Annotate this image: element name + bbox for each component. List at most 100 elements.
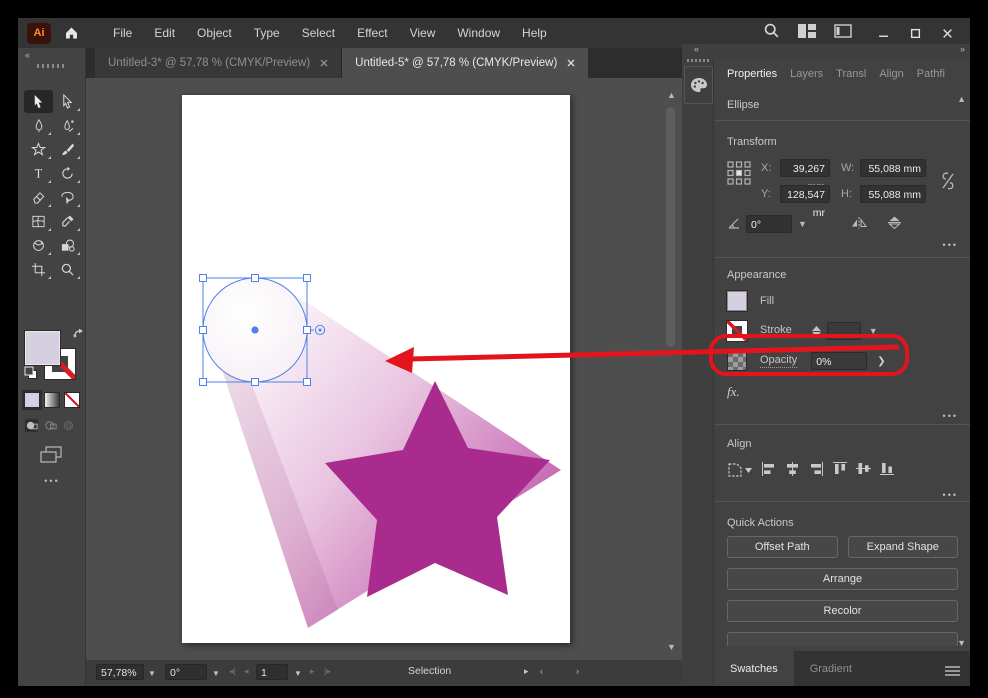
shaper-tool[interactable] xyxy=(53,186,82,209)
zoom-tool[interactable] xyxy=(53,258,82,281)
dock-grip[interactable] xyxy=(687,59,709,62)
fill-color-swatch[interactable] xyxy=(24,330,61,366)
color-panel-icon[interactable] xyxy=(684,66,713,104)
align-top-icon[interactable] xyxy=(833,461,847,479)
arrange-button[interactable]: Arrange xyxy=(727,568,958,590)
angle-dropdown-icon[interactable]: ▼ xyxy=(798,219,807,229)
stroke-weight-stepper[interactable] xyxy=(811,325,821,337)
scroll-up-icon[interactable]: ▲ xyxy=(667,90,676,100)
canvas[interactable]: ▲ ▼ xyxy=(86,78,682,660)
panel-layout-icon[interactable] xyxy=(834,23,852,43)
align-bottom-icon[interactable] xyxy=(880,461,894,479)
appearance-more-icon[interactable]: ••• xyxy=(727,408,958,424)
mesh-tool[interactable] xyxy=(24,210,53,233)
stroke-weight-field[interactable] xyxy=(826,322,861,340)
vscrollbar-thumb[interactable] xyxy=(666,107,675,347)
status-play-icon[interactable]: ▸ xyxy=(524,666,529,677)
menu-select[interactable]: Select xyxy=(291,18,346,48)
tab-close-icon[interactable] xyxy=(320,59,328,67)
eraser-tool[interactable] xyxy=(24,186,53,209)
fill-swatch[interactable] xyxy=(726,290,748,312)
workspace-switcher-icon[interactable] xyxy=(798,23,816,43)
artwork[interactable] xyxy=(86,78,682,660)
tab-swatches[interactable]: Swatches xyxy=(714,651,794,686)
type-tool[interactable]: T xyxy=(24,162,53,185)
tab-align[interactable]: Align xyxy=(879,68,903,80)
rotation-field[interactable]: 0° xyxy=(165,664,207,680)
recolor-button[interactable]: Recolor xyxy=(727,600,958,622)
close-button[interactable] xyxy=(934,23,960,43)
next-artboard-icon[interactable]: ▸ xyxy=(310,666,315,677)
align-center-vertical-icon[interactable] xyxy=(856,461,871,479)
eyedropper-tool[interactable] xyxy=(53,210,82,233)
stroke-label[interactable]: Stroke xyxy=(760,324,792,338)
artboard-number-field[interactable]: 1 xyxy=(256,664,288,680)
draw-inside-icon[interactable] xyxy=(62,419,75,437)
last-artboard-icon[interactable]: |▸ xyxy=(324,666,331,677)
link-dimensions-icon[interactable] xyxy=(940,171,956,194)
opacity-value-field[interactable]: 0% xyxy=(811,352,868,370)
tab-properties[interactable]: Properties xyxy=(727,68,777,80)
transform-more-icon[interactable]: ••• xyxy=(727,237,958,257)
menu-help[interactable]: Help xyxy=(511,18,558,48)
menu-object[interactable]: Object xyxy=(186,18,243,48)
flip-horizontal-icon[interactable] xyxy=(851,216,867,232)
tab-layers[interactable]: Layers xyxy=(790,68,823,80)
opacity-options-icon[interactable]: ❯ xyxy=(877,356,885,367)
x-field[interactable]: 39,267 mm xyxy=(780,159,830,193)
status-prev-icon[interactable]: ‹ xyxy=(540,666,543,676)
pen-tool[interactable] xyxy=(24,114,53,137)
rotation-dropdown-icon[interactable]: ▼ xyxy=(212,669,220,678)
status-next-icon[interactable]: › xyxy=(576,666,579,676)
scroll-down-icon[interactable]: ▼ xyxy=(667,642,676,652)
screen-mode-icon[interactable] xyxy=(40,446,62,468)
curvature-tool[interactable] xyxy=(53,114,82,137)
expand-panels-icon[interactable]: » xyxy=(960,44,965,54)
align-left-icon[interactable] xyxy=(761,461,776,479)
app-logo[interactable]: Ai xyxy=(27,22,51,44)
menu-edit[interactable]: Edit xyxy=(143,18,186,48)
prev-artboard-icon[interactable]: ◂ xyxy=(244,666,249,677)
rotation-angle-field[interactable]: 0° xyxy=(746,215,792,233)
document-tab-untitled-5[interactable]: Untitled-5* @ 57,78 % (CMYK/Preview) xyxy=(342,48,589,78)
opacity-label[interactable]: Opacity xyxy=(760,354,798,368)
rotate-tool[interactable] xyxy=(53,162,82,185)
panel-scroll-up-icon[interactable]: ▲ xyxy=(957,94,966,104)
toolbar-grip[interactable] xyxy=(37,64,67,68)
maximize-button[interactable] xyxy=(902,23,928,43)
home-icon[interactable] xyxy=(63,25,80,41)
swap-fill-stroke-icon[interactable] xyxy=(73,328,85,342)
menu-view[interactable]: View xyxy=(399,18,447,48)
artboard-dropdown-icon[interactable]: ▼ xyxy=(294,669,302,678)
panel-menu-icon[interactable] xyxy=(945,663,960,681)
menu-type[interactable]: Type xyxy=(243,18,291,48)
reference-point-icon[interactable] xyxy=(727,161,751,188)
minimize-button[interactable] xyxy=(870,23,896,43)
fx-button[interactable]: fx. xyxy=(727,384,740,400)
document-tab-untitled-3[interactable]: Untitled-3* @ 57,78 % (CMYK/Preview) xyxy=(95,48,343,78)
first-artboard-icon[interactable]: ◂| xyxy=(229,666,236,677)
paintbrush-tool[interactable] xyxy=(53,138,82,161)
partial-button[interactable] xyxy=(727,632,958,646)
draw-normal-icon[interactable] xyxy=(24,418,39,438)
tab-gradient[interactable]: Gradient xyxy=(794,651,868,686)
direct-selection-tool[interactable] xyxy=(53,90,82,113)
height-field[interactable]: 55,088 mm xyxy=(860,185,926,203)
y-field[interactable]: 128,547 mr xyxy=(780,185,830,219)
draw-behind-icon[interactable] xyxy=(43,418,58,438)
menu-effect[interactable]: Effect xyxy=(346,18,398,48)
menu-file[interactable]: File xyxy=(102,18,143,48)
default-colors-icon[interactable] xyxy=(24,366,38,385)
width-field[interactable]: 55,088 mm xyxy=(860,159,926,177)
tab-pathfinder[interactable]: Pathfi xyxy=(917,68,945,80)
align-more-icon[interactable]: ••• xyxy=(727,487,958,501)
zoom-level-field[interactable]: 57,78% xyxy=(96,664,144,680)
align-right-icon[interactable] xyxy=(809,461,824,479)
canvas-vscrollbar[interactable]: ▲ ▼ xyxy=(664,80,677,658)
zoom-dropdown-icon[interactable]: ▼ xyxy=(148,669,156,678)
shape-tool[interactable] xyxy=(24,138,53,161)
stroke-weight-dropdown-icon[interactable]: ▼ xyxy=(869,326,878,336)
expand-shape-button[interactable]: Expand Shape xyxy=(847,536,958,558)
color-mode-button[interactable] xyxy=(22,390,42,410)
toolbar-more-icon[interactable]: ••• xyxy=(18,476,86,486)
